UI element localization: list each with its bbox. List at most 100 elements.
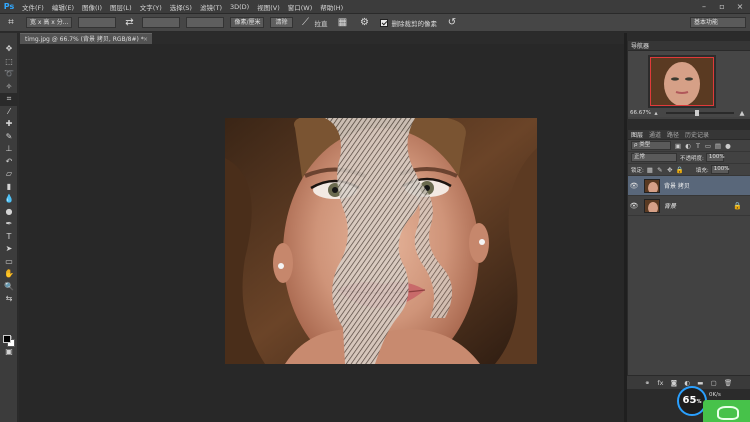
lock-pixels-icon[interactable]: ✎ xyxy=(656,166,664,174)
new-group-icon[interactable]: ▬ xyxy=(697,379,703,387)
lasso-tool-icon[interactable]: ➰ xyxy=(0,68,18,81)
menu-view[interactable]: 视图(V) xyxy=(257,2,280,12)
resolution-input[interactable] xyxy=(186,17,225,28)
zoom-out-icon[interactable]: ▴ xyxy=(652,109,660,117)
marquee-tool-icon[interactable]: ⬚ xyxy=(0,56,18,69)
document-close-icon[interactable]: × xyxy=(143,34,148,45)
layer-row-background-copy[interactable]: 👁 背景 拷贝 xyxy=(628,176,750,196)
lock-position-icon[interactable]: ✥ xyxy=(666,166,674,174)
layer-row-background[interactable]: 👁 背景 🔒 xyxy=(628,196,750,216)
link-layers-icon[interactable]: ⚭ xyxy=(645,379,650,387)
blur-tool-icon[interactable]: 💧 xyxy=(0,193,18,206)
workspace-select[interactable]: 基本功能 xyxy=(690,17,746,28)
trash-icon[interactable]: 🗑 xyxy=(724,379,732,387)
menu-window[interactable]: 窗口(W) xyxy=(288,2,313,12)
brush-tool-icon[interactable]: ✎ xyxy=(0,131,18,144)
opacity-input[interactable]: 100% xyxy=(705,153,725,162)
menu-filter[interactable]: 滤镜(T) xyxy=(200,2,222,12)
navigator-body: 66.67% ▴ ▲ xyxy=(628,51,750,117)
menu-image[interactable]: 图像(I) xyxy=(82,2,102,12)
lock-icon: 🔒 xyxy=(733,201,742,210)
ratio-select[interactable]: 宽 x 高 x 分... xyxy=(26,17,73,28)
straighten-label[interactable]: 拉直 xyxy=(315,18,328,28)
menu-layer[interactable]: 图层(L) xyxy=(110,2,132,12)
straighten-icon[interactable]: ⟋ xyxy=(299,16,313,30)
new-layer-icon[interactable]: ▢ xyxy=(711,379,717,387)
floating-widget-icon[interactable] xyxy=(703,400,750,422)
swap-icon[interactable]: ⇄ xyxy=(122,16,136,30)
layer-filter-select[interactable]: ρ 类型 xyxy=(631,141,671,150)
healing-brush-tool-icon[interactable]: ✚ xyxy=(0,118,18,131)
delete-cropped-checkbox[interactable] xyxy=(379,18,388,27)
unit-select[interactable]: 像素/厘米 xyxy=(230,17,265,28)
fill-input[interactable]: 100% xyxy=(710,165,729,174)
type-tool-icon[interactable]: T xyxy=(0,231,18,244)
lock-all-icon[interactable]: 🔒 xyxy=(676,166,684,174)
tab-history[interactable]: 历史记录 xyxy=(685,130,709,139)
gradient-tool-icon[interactable]: ▮ xyxy=(0,181,18,194)
menu-edit[interactable]: 编辑(E) xyxy=(52,2,74,12)
minimize-button[interactable]: – xyxy=(698,1,710,12)
menu-3d[interactable]: 3D(D) xyxy=(230,3,249,11)
close-window-button[interactable]: × xyxy=(734,1,746,12)
menu-type[interactable]: 文字(Y) xyxy=(140,2,162,12)
swap-colors-icon[interactable]: ⇆ xyxy=(0,293,18,306)
shape-tool-icon[interactable]: ▭ xyxy=(0,256,18,269)
meter-unit: % xyxy=(696,399,702,405)
crop-icon[interactable]: ⌗ xyxy=(4,16,18,30)
eyedropper-tool-icon[interactable]: ⁄ xyxy=(0,106,18,119)
reset-icon[interactable]: ↺ xyxy=(445,16,459,30)
layer-name[interactable]: 背景 xyxy=(664,201,676,210)
tab-channels[interactable]: 通道 xyxy=(649,130,661,139)
blend-mode-select[interactable]: 正常 xyxy=(631,153,677,162)
fill-label: 填充: xyxy=(695,167,709,174)
filter-toggle-icon[interactable]: ● xyxy=(724,142,732,150)
menu-select[interactable]: 选择(S) xyxy=(170,2,192,12)
zoom-tool-icon[interactable]: 🔍 xyxy=(0,281,18,294)
navigator-zoom-slider[interactable] xyxy=(666,110,734,116)
visibility-eye-icon[interactable]: 👁 xyxy=(628,182,640,190)
pen-tool-icon[interactable]: ✒ xyxy=(0,218,18,231)
restore-button[interactable]: ▫ xyxy=(716,1,728,12)
navigator-thumbnail[interactable] xyxy=(648,55,716,108)
canvas-photo[interactable] xyxy=(225,118,537,364)
menu-help[interactable]: 帮助(H) xyxy=(320,2,343,12)
move-tool-icon[interactable]: ✥ xyxy=(0,43,18,56)
height-input[interactable] xyxy=(142,17,181,28)
add-mask-icon[interactable]: ◙ xyxy=(671,379,677,387)
crop-tool-icon[interactable]: ⌗ xyxy=(0,93,18,106)
tab-navigator[interactable]: 导航器 xyxy=(631,41,649,50)
gear-icon[interactable]: ⚙ xyxy=(358,16,372,30)
layer-style-icon[interactable]: fx xyxy=(657,379,663,387)
magic-wand-tool-icon[interactable]: ✧ xyxy=(0,81,18,94)
zoom-in-icon[interactable]: ▲ xyxy=(738,109,746,117)
menu-file[interactable]: 文件(F) xyxy=(22,2,44,12)
document-tab[interactable]: timg.jpg @ 66.7% (背景 拷贝, RGB/8#) * × xyxy=(20,33,152,44)
clear-button[interactable]: 清除 xyxy=(270,17,293,28)
filter-shape-icon[interactable]: ▭ xyxy=(704,142,712,150)
filter-type-icon[interactable]: T xyxy=(694,142,702,150)
screen-mode-icon[interactable]: ▣ xyxy=(0,346,18,359)
filter-smart-icon[interactable]: ▤ xyxy=(714,142,722,150)
overlay-grid-icon[interactable]: ▦ xyxy=(336,16,350,30)
filter-adjust-icon[interactable]: ◐ xyxy=(684,142,692,150)
foreground-color-swatch[interactable] xyxy=(3,335,11,343)
dodge-tool-icon[interactable]: ● xyxy=(0,206,18,219)
hand-tool-icon[interactable]: ✋ xyxy=(0,268,18,281)
width-input[interactable] xyxy=(78,17,117,28)
layer-name[interactable]: 背景 拷贝 xyxy=(664,181,690,190)
eraser-tool-icon[interactable]: ▱ xyxy=(0,168,18,181)
photoshop-logo: Ps xyxy=(3,1,15,11)
tab-layers[interactable]: 图层 xyxy=(631,130,643,139)
history-brush-tool-icon[interactable]: ↶ xyxy=(0,156,18,169)
navigator-zoom-value[interactable]: 66.67% xyxy=(630,110,652,116)
filter-pixel-icon[interactable]: ▣ xyxy=(674,142,682,150)
clone-stamp-tool-icon[interactable]: ⊥ xyxy=(0,143,18,156)
navigator-view-frame[interactable] xyxy=(650,57,714,106)
navigator-preview-image xyxy=(651,58,713,105)
tab-paths[interactable]: 路径 xyxy=(667,130,679,139)
path-selection-tool-icon[interactable]: ➤ xyxy=(0,243,18,256)
lock-transparent-icon[interactable]: ▦ xyxy=(646,166,654,174)
navigator-zoom-knob[interactable] xyxy=(694,110,699,116)
visibility-eye-icon[interactable]: 👁 xyxy=(628,202,640,210)
